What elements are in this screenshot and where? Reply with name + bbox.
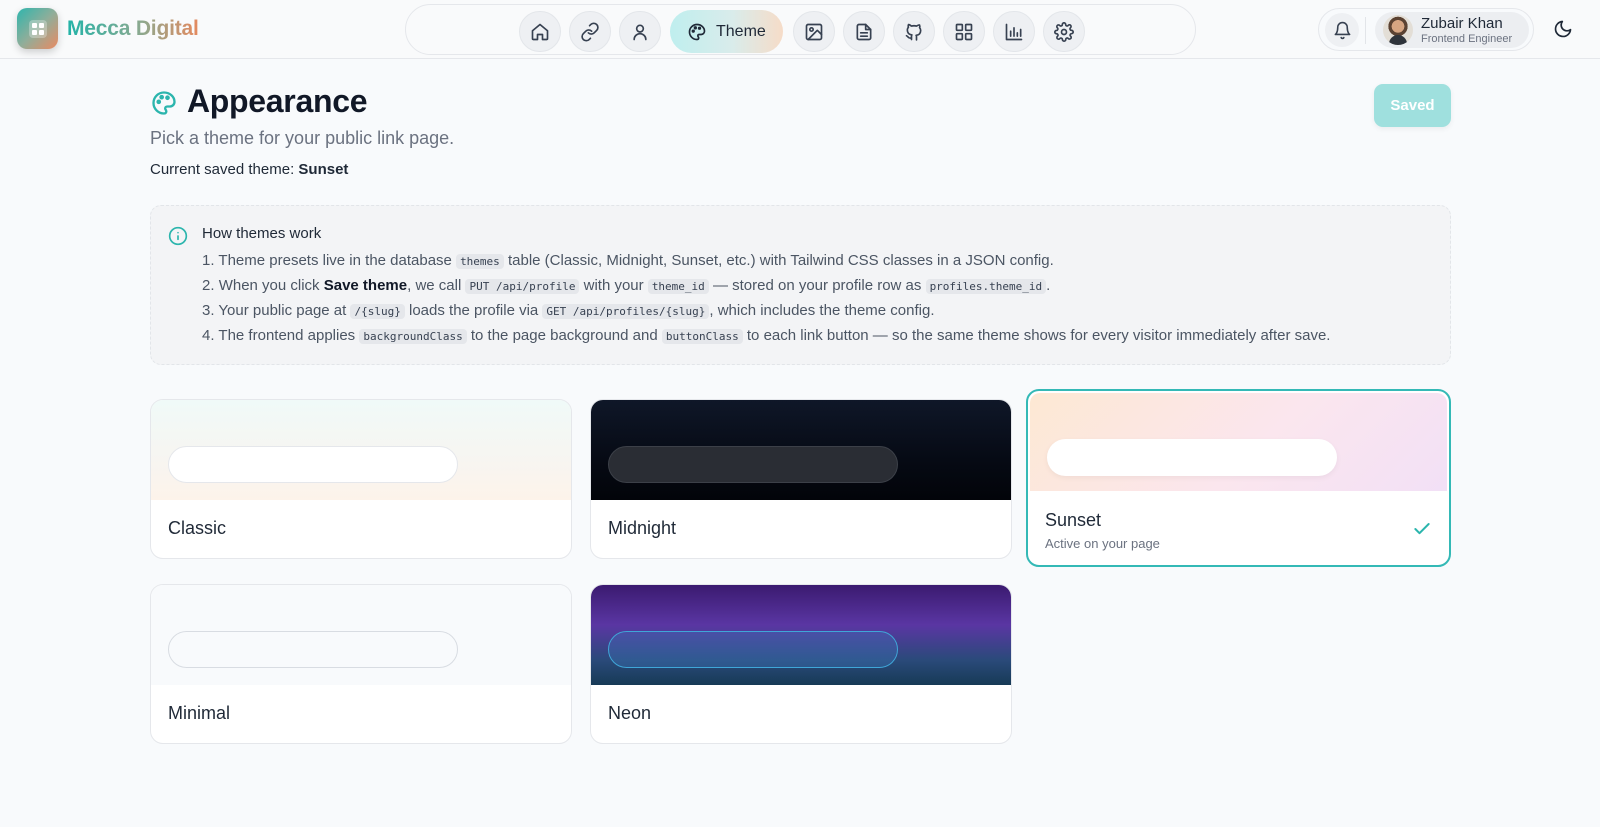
save-theme-button[interactable]: Saved: [1374, 84, 1451, 127]
theme-preview: [591, 400, 1011, 500]
info-panel: How themes work 1. Theme presets live in…: [150, 205, 1451, 365]
bell-icon: [1334, 21, 1350, 39]
theme-name: Classic: [168, 518, 227, 538]
github-icon: [905, 23, 922, 41]
nav-apps-button[interactable]: [943, 11, 985, 52]
brand[interactable]: Mecca Digital: [17, 8, 199, 49]
preview-button: [608, 631, 898, 668]
preview-button: [1047, 439, 1337, 476]
brand-name: Mecca Digital: [67, 16, 199, 40]
theme-name: Minimal: [168, 703, 231, 723]
nav-media-button[interactable]: [793, 11, 835, 52]
nav-github-button[interactable]: [893, 11, 935, 52]
info-item: 3. Your public page at /{slug} loads the…: [202, 302, 935, 319]
info-title: How themes work: [202, 225, 322, 242]
current-theme-value: Sunset: [298, 161, 349, 178]
link-icon: [581, 21, 599, 42]
chart-icon: [1005, 23, 1023, 40]
brand-logo-icon: [17, 8, 58, 49]
theme-preview: [591, 585, 1011, 685]
palette-icon: [152, 91, 176, 115]
info-item: 1. Theme presets live in the database th…: [202, 252, 1054, 269]
theme-name: Midnight: [608, 518, 677, 538]
current-theme: Current saved theme: Sunset: [150, 161, 348, 178]
theme-card-neon[interactable]: Neon: [590, 584, 1012, 744]
image-icon: [805, 23, 823, 40]
info-item: 2. When you click Save theme, we call PU…: [202, 277, 1051, 294]
divider: [1365, 17, 1366, 44]
avatar: [1383, 15, 1413, 45]
theme-card-minimal[interactable]: Minimal: [150, 584, 572, 744]
user-icon: [633, 24, 647, 40]
nav-links-button[interactable]: [569, 11, 611, 52]
dark-mode-toggle-icon[interactable]: [1553, 19, 1573, 39]
theme-card-classic[interactable]: Classic: [150, 399, 572, 559]
theme-preview: [151, 585, 571, 685]
theme-status: Active on your page: [1045, 536, 1160, 551]
nav-theme-button[interactable]: Theme: [670, 10, 783, 53]
notifications-button[interactable]: [1325, 13, 1359, 47]
page-title: Appearance: [187, 83, 368, 119]
grid-icon: [955, 23, 973, 40]
nav-settings-button[interactable]: [1043, 11, 1085, 52]
nav-pages-button[interactable]: [843, 11, 885, 52]
theme-preview: [1030, 393, 1447, 491]
preview-button: [168, 446, 458, 483]
preview-button: [168, 631, 458, 668]
page-subtitle: Pick a theme for your public link page.: [150, 128, 455, 148]
user-role: Frontend Engineer: [1421, 33, 1513, 45]
main-nav: Theme: [405, 4, 1196, 55]
info-list: 1. Theme presets live in the database th…: [202, 249, 1330, 349]
user-menu-button[interactable]: Zubair Khan Frontend Engineer: [1375, 12, 1529, 48]
theme-preview: [151, 400, 571, 500]
user-name: Zubair Khan: [1421, 15, 1503, 32]
info-icon: [168, 226, 188, 246]
info-item: 4. The frontend applies backgroundClass …: [202, 327, 1331, 344]
theme-name: Sunset: [1045, 510, 1102, 530]
user-area: Zubair Khan Frontend Engineer: [1318, 8, 1534, 51]
nav-profile-button[interactable]: [619, 11, 661, 52]
nav-analytics-button[interactable]: [993, 11, 1035, 52]
gear-icon: [1054, 21, 1074, 42]
theme-card-midnight[interactable]: Midnight: [590, 399, 1012, 559]
check-icon: [1414, 523, 1430, 535]
document-icon: [856, 23, 872, 40]
home-icon: [531, 23, 549, 40]
nav-home-button[interactable]: [519, 11, 561, 52]
theme-name: Neon: [608, 703, 652, 723]
nav-theme-label: Theme: [716, 22, 766, 40]
current-theme-label: Current saved theme:: [150, 161, 295, 178]
top-bar: Mecca Digital Theme Zubair Khan Frontend…: [0, 0, 1600, 59]
preview-button: [608, 446, 898, 483]
theme-card-sunset[interactable]: Sunset Active on your page: [1026, 389, 1451, 567]
palette-icon: [688, 23, 706, 40]
